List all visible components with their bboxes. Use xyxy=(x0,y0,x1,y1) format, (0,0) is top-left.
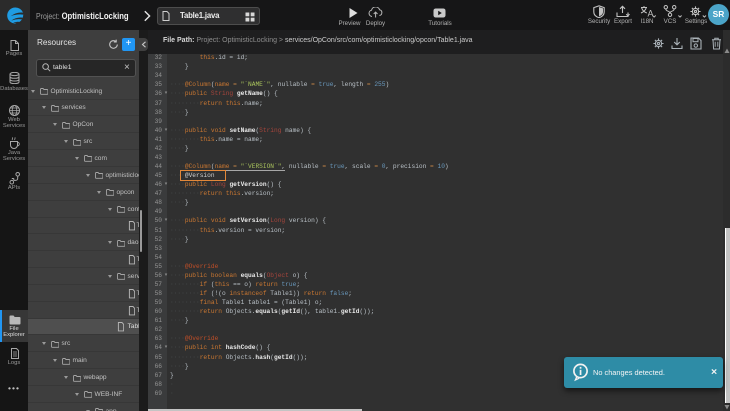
svg-text:A: A xyxy=(648,9,654,19)
